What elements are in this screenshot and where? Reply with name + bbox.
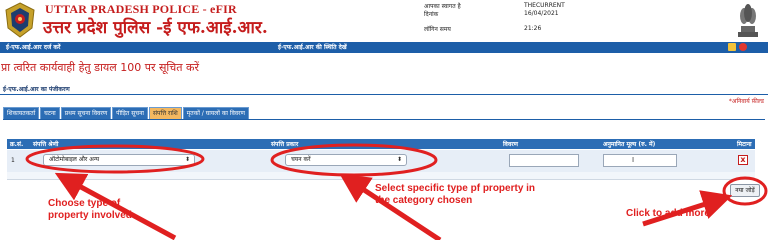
section-divider	[0, 94, 768, 95]
annotation-type: Select specific type pf property in the …	[375, 183, 536, 206]
home-icon[interactable]	[728, 43, 736, 51]
state-emblem-icon	[738, 4, 758, 37]
tab-deceased-injured[interactable]: मृतकों / घायलों का विवरण	[182, 107, 249, 119]
welcome-value: THECURRENT	[524, 2, 565, 9]
tab-complainant[interactable]: शिकायतकर्ता	[3, 107, 40, 119]
site-header: UTTAR PRADESH POLICE - eFIR उत्तर प्रदेश…	[0, 0, 768, 42]
select-arrow-icon: ⬍	[396, 156, 402, 163]
row-serial: 1	[11, 157, 15, 164]
col-serial: क्र.सं.	[10, 141, 24, 148]
efir-page: UTTAR PRADESH POLICE - eFIR उत्तर प्रदेश…	[0, 0, 768, 240]
tabs-baseline	[3, 119, 765, 120]
annotation-category: Choose type of property involved	[48, 198, 132, 221]
col-description: विवरण	[503, 141, 519, 148]
select-arrow-icon: ⬍	[184, 156, 190, 163]
table-header: क्र.सं. संपत्ति श्रेणी संपत्ति प्रकार वि…	[7, 139, 755, 149]
annotation-add: Click to add more	[626, 208, 710, 219]
add-new-button[interactable]: नया जोड़ें	[730, 184, 760, 197]
section-title: ई-एफ.आई.आर का पंजीकरण	[3, 86, 70, 93]
col-estimated-value: अनुमानित मूल्य (रु. में)	[603, 141, 656, 148]
table-row: 1 ऑटोमोबाइल और अन्य ⬍ चयन करें ⬍ I x	[7, 150, 755, 172]
mandatory-note: *अनिवार्य फ़ील्ड	[728, 98, 764, 105]
nav-efir-status[interactable]: ई-एफ.आई.आर की स्थिति देखें	[278, 43, 347, 51]
login-time-value: 21:26	[524, 25, 542, 32]
property-type-select-value: चयन करें	[291, 156, 311, 163]
up-police-logo-icon	[5, 2, 35, 38]
col-delete: मिटाना	[737, 141, 752, 148]
description-input[interactable]	[509, 154, 579, 167]
login-time-label: लॉगिन समय	[424, 26, 451, 33]
nav-register-efir[interactable]: ई-एफ.आई.आर दर्ज करें	[6, 43, 60, 51]
date-value: 16/04/2021	[524, 10, 559, 17]
property-type-select[interactable]: चयन करें ⬍	[285, 154, 407, 166]
category-select[interactable]: ऑटोमोबाइल और अन्य ⬍	[43, 154, 195, 166]
tab-incident[interactable]: घटना	[40, 107, 60, 119]
date-label: दिनांक	[424, 11, 439, 18]
nav-icon-group	[728, 43, 747, 52]
col-type: संपत्ति प्रकार	[271, 141, 299, 148]
dial-100-notice: प्रा त्वरित कार्यवाही हेतु डायल 100 पर स…	[1, 61, 199, 74]
main-nav: ई-एफ.आई.आर दर्ज करें ई-एफ.आई.आर की स्थित…	[0, 42, 768, 53]
tab-victim[interactable]: पीड़ित सूचना	[112, 107, 148, 119]
category-select-value: ऑटोमोबाइल और अन्य	[49, 156, 100, 163]
welcome-label: आपका स्वागत है	[424, 3, 461, 10]
estimated-value-input[interactable]: I	[603, 154, 677, 167]
power-icon[interactable]	[739, 43, 747, 51]
col-category: संपत्ति श्रेणी	[33, 141, 59, 148]
tab-property[interactable]: संपत्ति राशि	[148, 107, 182, 119]
table-row-empty	[7, 172, 755, 180]
tab-fir-details[interactable]: प्रथम सूचना विवरण	[60, 107, 112, 119]
delete-row-button[interactable]: x	[738, 155, 748, 165]
text-cursor-icon: I	[632, 156, 635, 164]
form-tabs: शिकायतकर्ता घटना प्रथम सूचना विवरण पीड़ि…	[3, 107, 250, 119]
site-subtitle: उत्तर प्रदेश पुलिस -ई एफ.आई.आर.	[43, 18, 268, 38]
